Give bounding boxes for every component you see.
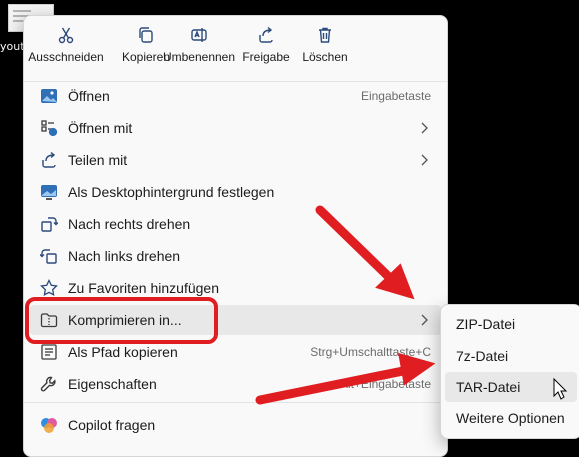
annotation-arrow-right (255, 352, 436, 405)
annotation-overlay (255, 205, 568, 405)
annotation-arrow-down (315, 205, 415, 300)
mouse-cursor-icon (553, 377, 568, 400)
